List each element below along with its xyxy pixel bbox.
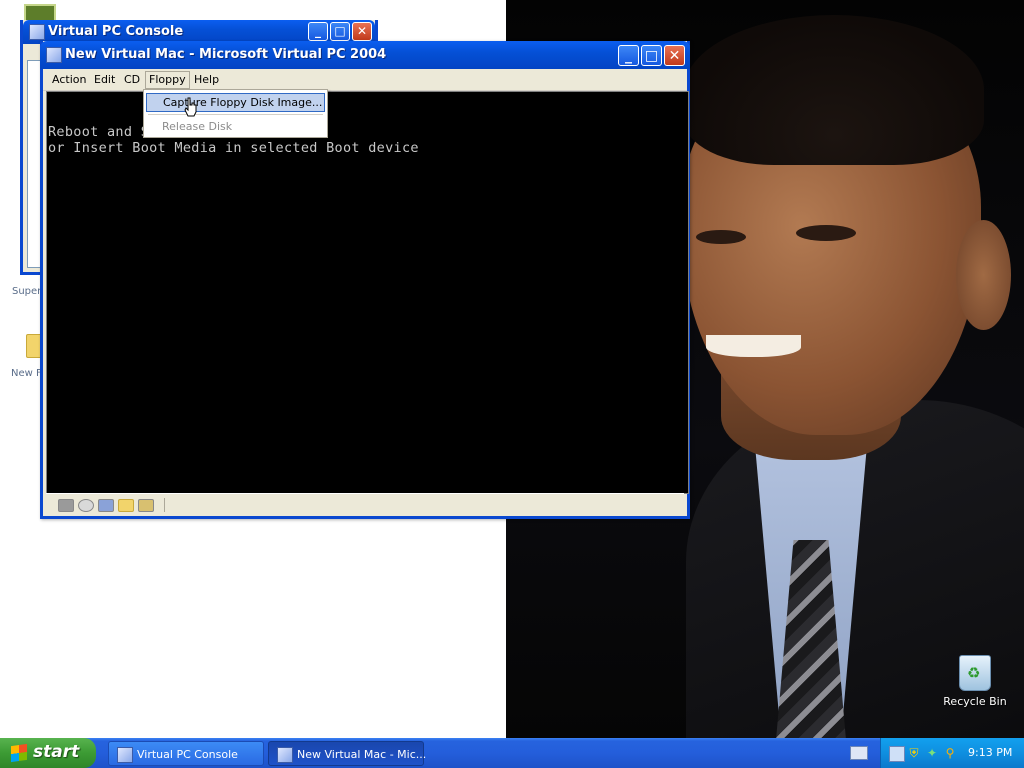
virtual-pc-icon: [277, 747, 293, 763]
virtual-pc-icon: [117, 747, 133, 763]
minimize-button[interactable]: _: [308, 22, 328, 41]
virtual-machine-window[interactable]: New Virtual Mac - Microsoft Virtual PC 2…: [40, 41, 690, 519]
floppy-icon[interactable]: [98, 499, 114, 512]
keyboard-icon[interactable]: [850, 746, 868, 760]
wallpaper-smile: [706, 335, 801, 357]
network-icon[interactable]: [889, 746, 905, 762]
menu-floppy[interactable]: Floppy: [145, 71, 190, 89]
windows-logo-icon: [11, 743, 27, 763]
menu-bar: Action Edit CD Floppy Help: [43, 69, 687, 91]
desktop-icon-label[interactable]: Super: [12, 286, 41, 297]
menu-help[interactable]: Help: [191, 72, 222, 88]
menu-edit[interactable]: Edit: [91, 72, 118, 88]
menu-item-release-disk[interactable]: Release Disk: [146, 118, 325, 135]
virtual-pc-icon: [46, 47, 62, 63]
close-button[interactable]: ✕: [664, 45, 685, 66]
title-bar[interactable]: New Virtual Mac - Microsoft Virtual PC 2…: [40, 41, 690, 69]
console-text-line: or Insert Boot Media in selected Boot de…: [48, 140, 419, 156]
wallpaper-ear: [956, 220, 1011, 330]
shared-folder-icon[interactable]: [118, 499, 134, 512]
wallpaper-hair: [684, 15, 984, 165]
virtual-machine-screen[interactable]: Reboot and S e or Insert Boot Media in s…: [46, 91, 689, 494]
window-title: Virtual PC Console: [48, 24, 184, 39]
clock[interactable]: 9:13 PM: [968, 746, 1012, 759]
taskbar-button-label: Virtual PC Console: [137, 748, 238, 761]
menu-action[interactable]: Action: [49, 72, 89, 88]
taskbar-button-console[interactable]: Virtual PC Console: [108, 741, 264, 766]
cd-icon[interactable]: [78, 499, 94, 512]
menu-item-capture-floppy[interactable]: Capture Floppy Disk Image...: [146, 93, 325, 112]
virtual-pc-icon: [29, 24, 45, 40]
taskbar: start Virtual PC Console New Virtual Mac…: [0, 738, 1024, 768]
recycle-bin[interactable]: ♻ Recycle Bin: [940, 655, 1010, 708]
network-icon[interactable]: [138, 499, 154, 512]
wallpaper-eye: [796, 225, 856, 241]
recycle-bin-label: Recycle Bin: [943, 695, 1007, 708]
taskbar-button-virtual-mac[interactable]: New Virtual Mac - Mic...: [268, 741, 427, 766]
start-label: start: [33, 742, 80, 762]
maximize-button[interactable]: □: [330, 22, 350, 41]
close-button[interactable]: ✕: [352, 22, 372, 41]
recycle-bin-icon: ♻: [959, 655, 991, 691]
wireless-icon[interactable]: ✦: [925, 746, 939, 760]
desktop-icon-label[interactable]: New F: [11, 368, 42, 379]
status-bar: [46, 493, 684, 516]
menu-separator: [148, 114, 323, 115]
security-shield-icon[interactable]: ⛨: [907, 746, 921, 760]
window-title: New Virtual Mac - Microsoft Virtual PC 2…: [65, 47, 387, 62]
hand-cursor-icon: [184, 97, 197, 117]
start-button[interactable]: start: [0, 738, 96, 768]
minimize-button[interactable]: _: [618, 45, 639, 66]
taskbar-button-label: New Virtual Mac - Mic...: [297, 748, 427, 761]
menu-cd[interactable]: CD: [121, 72, 143, 88]
search-icon[interactable]: ⚲: [943, 746, 957, 760]
maximize-button[interactable]: □: [641, 45, 662, 66]
hard-disk-icon[interactable]: [58, 499, 74, 512]
status-separator: [164, 498, 165, 512]
floppy-dropdown-menu: Capture Floppy Disk Image... Release Dis…: [143, 89, 328, 138]
wallpaper-eye: [696, 230, 746, 244]
system-tray: ⛨ ✦ ⚲ 9:13 PM: [880, 738, 1024, 768]
